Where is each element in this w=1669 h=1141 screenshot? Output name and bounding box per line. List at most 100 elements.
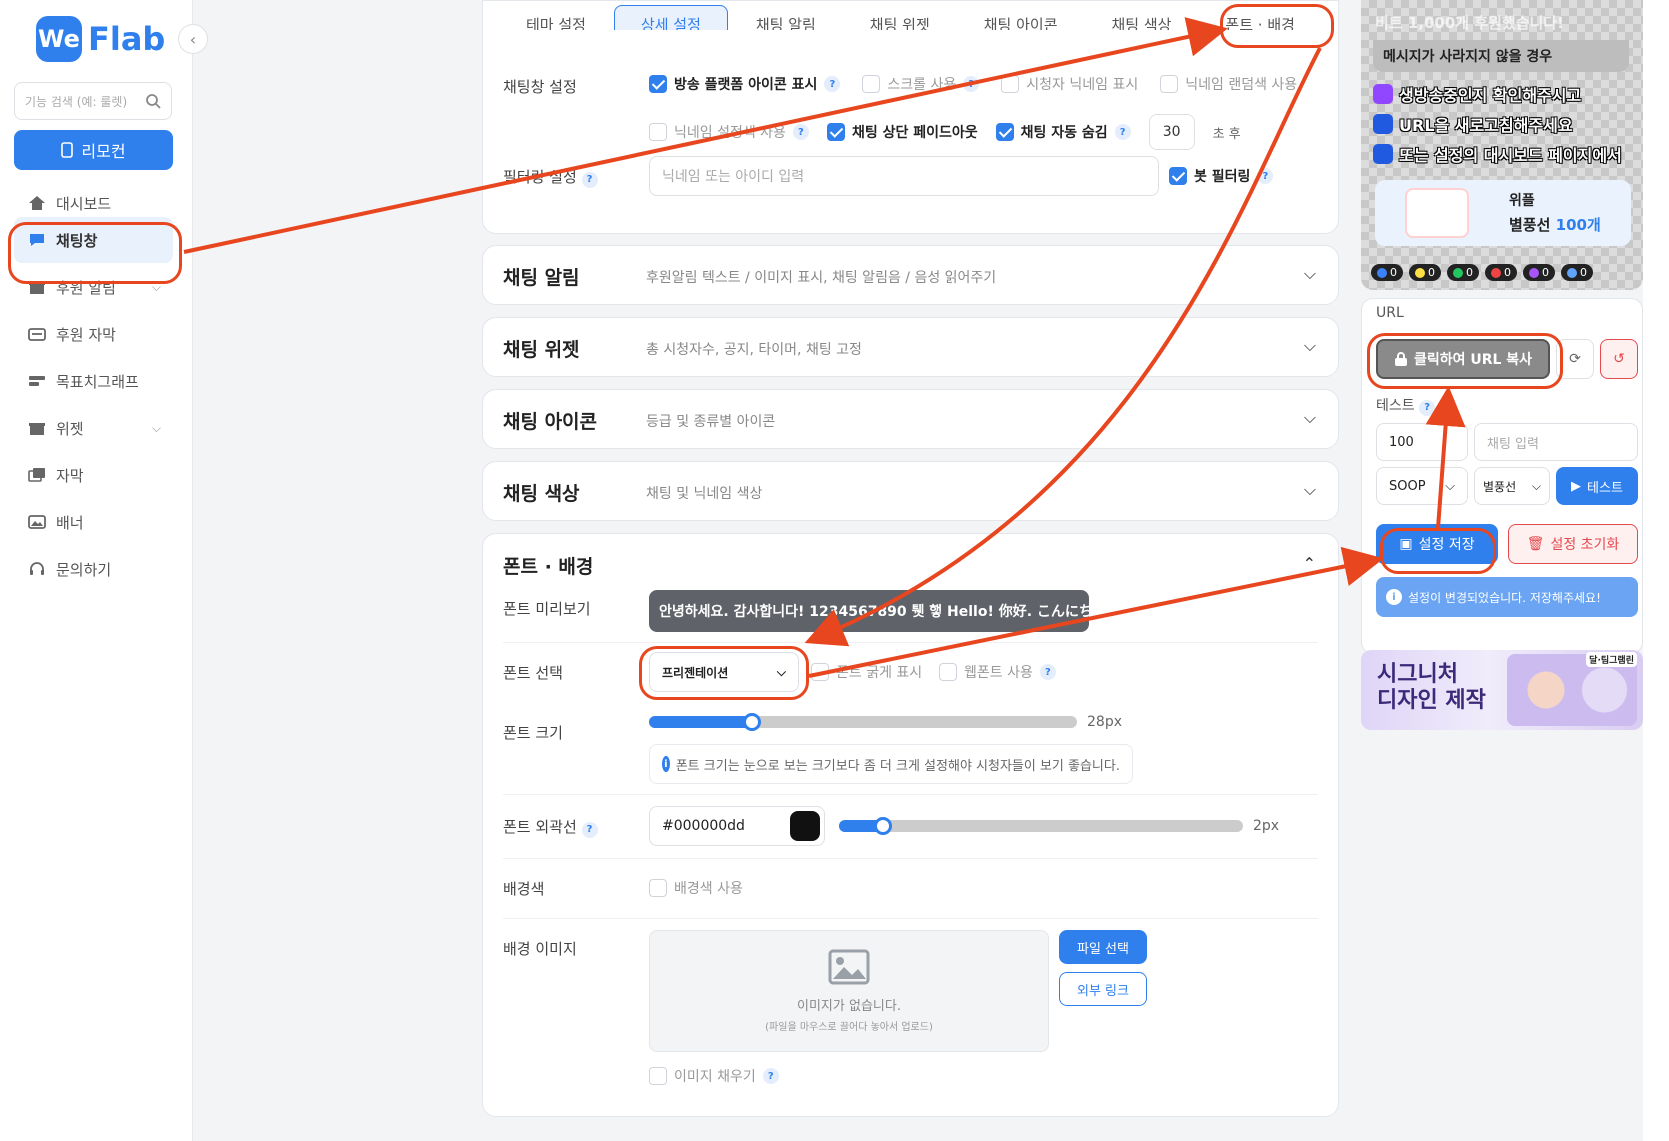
test-button-label: 테스트 (1587, 480, 1623, 496)
accordion-chat-alert[interactable]: 채팅 알림 후원알림 텍스트 / 이미지 표시, 채팅 알림음 / 음성 읽어주… (482, 245, 1339, 305)
outline-width-slider[interactable] (839, 817, 1243, 835)
help-icon[interactable]: ? (762, 1068, 779, 1084)
font-select-value: 프리젠테이션 (662, 665, 729, 680)
copy-url-label: 클릭하여 URL 복사 (1413, 352, 1533, 368)
slider-knob[interactable] (874, 817, 893, 835)
chevron-down-icon: ⌵ (151, 279, 161, 294)
sidebar-item-donation-caption[interactable]: 후원 자막 (14, 313, 173, 355)
sidebar-item-banner[interactable]: 배너 (14, 501, 173, 543)
checkbox-box (811, 663, 829, 681)
help-icon[interactable]: ? (1257, 168, 1274, 184)
chevron-down-icon: ⌵ (1303, 480, 1316, 499)
custom-color-checkbox[interactable]: 닉네임 설정색 사용? (649, 122, 809, 142)
checkbox-box (649, 75, 667, 93)
preview-line: 생방송중인지 확인해주시고 (1373, 82, 1581, 106)
bg-color-checkbox[interactable]: 배경색 사용 (649, 878, 743, 898)
test-chat-input[interactable]: 채팅 입력 (1474, 423, 1638, 461)
filter-settings-label: 필터링 설정 ? (503, 166, 598, 188)
weflab-icon (1567, 267, 1577, 278)
help-icon[interactable]: ? (1039, 664, 1056, 680)
info-icon: i (1386, 589, 1402, 605)
url-label: URL (1376, 305, 1404, 321)
signature-design-banner[interactable]: 시그니처 디자인 제작 달·팀그램린 (1361, 650, 1643, 730)
help-icon[interactable]: ? (1419, 399, 1436, 416)
accordion-chat-color[interactable]: 채팅 색상 채팅 및 닉네임 색상 ⌵ (482, 461, 1339, 521)
refresh-button[interactable]: ⟳ (1556, 339, 1594, 379)
checkbox-label: 봇 필터링 (1194, 169, 1251, 185)
font-bold-checkbox[interactable]: 폰트 굵게 표시 (811, 662, 922, 682)
preview-line-text: 또는 설정의 대시보드 페이지에서 (1399, 146, 1622, 165)
filter-label-text: 필터링 설정 (503, 168, 577, 186)
no-image-text: 이미지가 없습니다. (797, 999, 901, 1014)
help-icon[interactable]: ? (1114, 124, 1131, 140)
logo[interactable]: We Flab (36, 16, 165, 62)
sidebar-item-subtitle[interactable]: 자막 (14, 454, 173, 496)
font-select-dropdown[interactable]: 프리젠테이션 ⌵ (649, 652, 799, 692)
test-amount-input[interactable]: 100 (1376, 423, 1468, 461)
accordion-desc: 총 시청자수, 공지, 타이머, 채팅 고정 (646, 342, 862, 358)
reset-url-button[interactable]: ↺ (1600, 339, 1638, 379)
fill-image-checkbox[interactable]: 이미지 채우기? (649, 1066, 779, 1086)
auto-hide-seconds-input[interactable]: 30 (1148, 114, 1195, 150)
help-icon[interactable]: ? (963, 76, 980, 92)
scroll-checkbox[interactable]: 스크롤 사용? (862, 74, 980, 94)
accordion-title: 채팅 위젯 (503, 339, 580, 361)
search-placeholder: 기능 검색 (예: 룰렛) (25, 94, 128, 109)
file-select-button[interactable]: 파일 선택 (1059, 930, 1147, 964)
counter-chzzk: 0 (1409, 264, 1441, 281)
accordion-title: 채팅 아이콘 (503, 411, 598, 433)
balloon-character-image (1405, 188, 1469, 238)
counter-value: 0 (1580, 266, 1587, 279)
bot-filter-checkbox[interactable]: 봇 필터링? (1169, 166, 1274, 186)
chevron-down-icon: ⌵ (1303, 336, 1316, 355)
image-icon (28, 515, 46, 529)
sidebar-item-goal-graph[interactable]: 목표치그래프 (14, 360, 173, 402)
accordion-title: 채팅 알림 (503, 267, 580, 289)
color-swatch[interactable] (790, 811, 820, 841)
chevron-left-icon: ‹ (189, 29, 197, 49)
sidebar-collapse-button[interactable]: ‹ (178, 24, 208, 54)
outline-color-input[interactable]: #000000dd (649, 806, 825, 846)
auto-hide-checkbox[interactable]: 채팅 자동 숨김? (995, 122, 1131, 142)
font-size-slider[interactable] (649, 713, 1077, 731)
slider-knob[interactable] (742, 713, 761, 731)
accordion-chat-icon[interactable]: 채팅 아이콘 등급 및 종류별 아이콘 ⌵ (482, 389, 1339, 449)
sidebar-item-donation-alert[interactable]: 후원 알림 ⌵ (14, 266, 173, 308)
test-button[interactable]: ▶ 테스트 (1556, 467, 1638, 505)
help-icon[interactable]: ? (581, 821, 598, 838)
chat-settings-label: 채팅창 설정 (503, 78, 577, 96)
platform-icon-checkbox[interactable]: 방송 플랫폼 아이콘 표시? (649, 74, 841, 94)
remote-label: 리모컨 (81, 142, 126, 161)
font-preview-label: 폰트 미리보기 (503, 600, 591, 618)
slider-fill (649, 716, 752, 728)
sidebar-item-chat[interactable]: 채팅창 (14, 217, 173, 263)
feature-search-input[interactable]: 기능 검색 (예: 룰렛) (14, 82, 172, 120)
help-icon[interactable]: ? (581, 171, 598, 188)
nickname-display-checkbox[interactable]: 시청자 닉네임 표시 (1001, 74, 1138, 94)
save-settings-button[interactable]: ▣ 설정 저장 (1376, 524, 1498, 564)
platform-select[interactable]: SOOP ⌵ (1376, 467, 1468, 505)
chevron-up-icon[interactable]: ⌃ (1303, 554, 1316, 573)
accordion-desc: 채팅 및 닉네임 색상 (646, 486, 763, 502)
webfont-checkbox[interactable]: 웹폰트 사용? (939, 662, 1056, 682)
help-icon[interactable]: ? (792, 124, 809, 140)
image-dropzone[interactable]: 이미지가 없습니다. (파일을 마우스로 끌어다 놓아서 업로드) (649, 930, 1049, 1052)
filter-input[interactable]: 닉네임 또는 아이디 입력 (649, 156, 1159, 196)
external-link-button[interactable]: 외부 링크 (1059, 972, 1147, 1006)
balloon-message: 별풍선 100개 (1509, 214, 1601, 235)
remote-button[interactable]: 리모컨 (14, 130, 173, 170)
images-icon (28, 468, 45, 482)
top-fadeout-checkbox[interactable]: 채팅 상단 페이드아웃 (826, 122, 978, 142)
banner-line-1: 시그니처 (1377, 662, 1458, 687)
accordion-chat-widget[interactable]: 채팅 위젯 총 시청자수, 공지, 타이머, 채팅 고정 ⌵ (482, 317, 1339, 377)
sidebar-item-inquiry[interactable]: 문의하기 (14, 548, 173, 590)
banner-line-2: 디자인 제작 (1377, 688, 1486, 713)
checkbox-label: 닉네임 설정색 사용 (674, 125, 786, 141)
random-color-checkbox[interactable]: 닉네임 랜덤색 사용 (1160, 74, 1297, 94)
help-icon[interactable]: ? (824, 76, 841, 92)
alert-type-select[interactable]: 별풍선 ⌵ (1474, 467, 1550, 505)
sidebar-item-widget[interactable]: 위젯 ⌵ (14, 407, 173, 449)
hint-text: 폰트 크기는 눈으로 보는 크기보다 좀 더 크게 설정해야 시청자들이 보기 … (675, 758, 1120, 774)
reset-settings-button[interactable]: 🗑 설정 초기화 (1508, 524, 1638, 564)
copy-url-button[interactable]: 클릭하여 URL 복사 (1376, 339, 1550, 379)
